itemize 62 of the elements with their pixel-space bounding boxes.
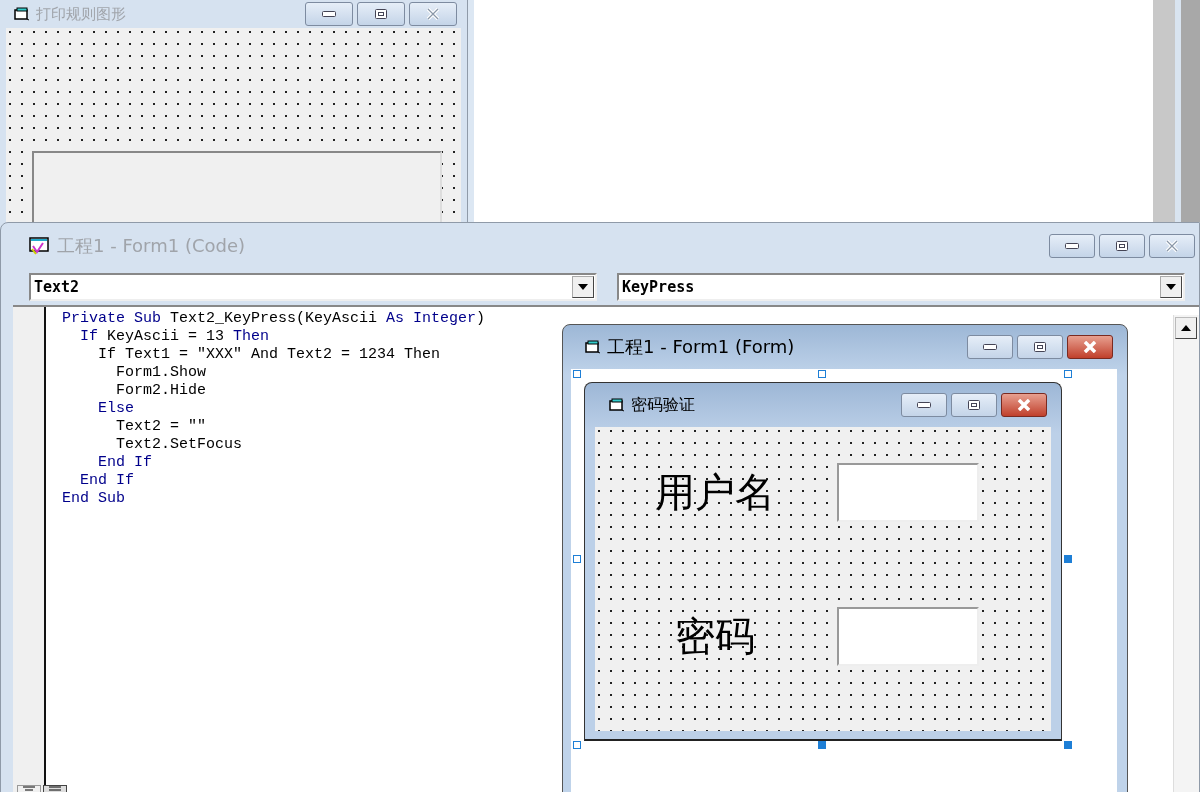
close-button[interactable]	[1001, 393, 1047, 417]
close-icon	[1016, 399, 1032, 411]
object-dropdown[interactable]: Text2	[29, 273, 597, 301]
minimize-icon	[983, 344, 997, 350]
maximize-icon	[375, 9, 387, 19]
vertical-scrollbar[interactable]	[1173, 315, 1199, 792]
scroll-up-button[interactable]	[1175, 317, 1197, 339]
window-icon	[609, 398, 625, 412]
procedure-dropdown[interactable]: KeyPress	[617, 273, 1185, 301]
minimize-icon	[322, 11, 336, 17]
selection-handle[interactable]	[818, 370, 826, 378]
text-box[interactable]	[837, 607, 979, 666]
window-title: 工程1 - Form1 (Code)	[57, 234, 247, 258]
lines-icon	[22, 786, 36, 792]
dropdown-arrow-icon	[1166, 284, 1176, 290]
window-icon	[585, 340, 601, 354]
minimize-button[interactable]	[305, 2, 353, 26]
field-label: 密码	[674, 612, 756, 661]
selection-handle[interactable]	[818, 741, 826, 749]
maximize-icon	[968, 400, 980, 410]
code-line: Form1.Show	[116, 364, 206, 382]
maximize-button[interactable]	[357, 2, 405, 26]
selection-handle[interactable]	[573, 370, 581, 378]
dropdown-arrow-icon	[578, 284, 588, 290]
code-line: If Text1 = "XXX" And Text2 = 1234 Then	[98, 346, 441, 364]
code-line: Text2.SetFocus	[116, 436, 243, 454]
code-line: End If	[98, 454, 152, 472]
code-line: Form2.Hide	[116, 382, 206, 400]
close-icon	[425, 8, 441, 20]
close-button[interactable]	[1067, 335, 1113, 359]
selection-handle[interactable]	[1064, 741, 1072, 749]
close-icon	[1082, 341, 1098, 353]
selection-handle[interactable]	[1064, 555, 1072, 563]
code-window-icon	[29, 237, 51, 255]
maximize-icon	[1034, 342, 1046, 352]
field-label: 用户名	[654, 468, 776, 517]
window-title: 工程1 - Form1 (Form)	[607, 335, 796, 359]
minimize-icon	[1065, 243, 1079, 249]
minimize-icon	[917, 402, 931, 408]
window-title: 打印规则图形	[36, 4, 127, 24]
selection-handle[interactable]	[573, 741, 581, 749]
code-line: End If	[80, 472, 134, 490]
selection-handle[interactable]	[1064, 370, 1072, 378]
lines-icon	[48, 786, 62, 792]
maximize-button[interactable]	[1017, 335, 1063, 359]
code-line: Text2 = ""	[116, 418, 206, 436]
minimize-button[interactable]	[1049, 234, 1095, 258]
selection-handle[interactable]	[573, 555, 581, 563]
close-icon	[1164, 240, 1180, 252]
text-box[interactable]	[837, 463, 979, 522]
window-icon	[14, 7, 30, 21]
form-title: 密码验证	[631, 394, 696, 416]
maximize-icon	[1116, 241, 1128, 251]
up-arrow-icon	[1181, 325, 1191, 331]
minimize-button[interactable]	[901, 393, 947, 417]
code-line: If KeyAscii = 13 Then	[80, 328, 270, 346]
maximize-button[interactable]	[1099, 234, 1145, 258]
code-line: Private Sub Text2_KeyPress(KeyAscii As Integer)	[62, 310, 486, 328]
code-line: Else	[98, 400, 134, 418]
maximize-button[interactable]	[951, 393, 997, 417]
code-line: End Sub	[62, 490, 125, 508]
minimize-button[interactable]	[967, 335, 1013, 359]
